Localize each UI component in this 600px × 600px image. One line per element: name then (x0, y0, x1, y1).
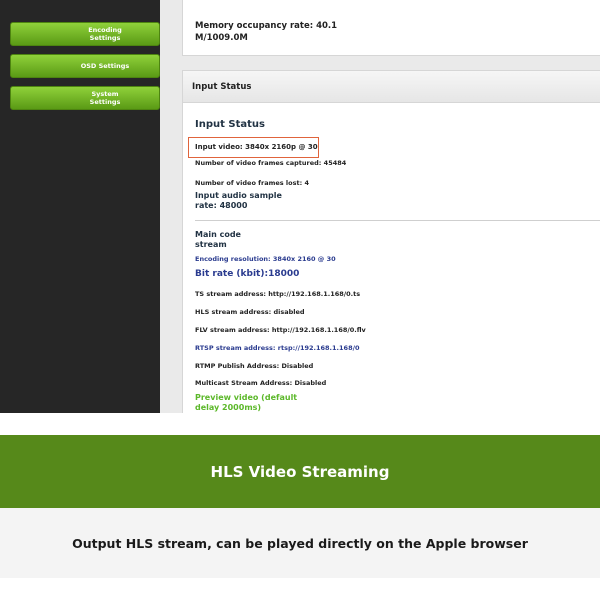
memory-panel: Memory occupancy rate: 40.1 M/1009.0M (182, 0, 600, 56)
hls-stream-address: HLS stream address: disabled (195, 308, 305, 316)
sidebar-item-encoding-settings[interactable]: Encoding Settings (10, 22, 160, 46)
memory-occupancy-text: Memory occupancy rate: 40.1 M/1009.0M (195, 21, 338, 43)
rtmp-publish-address: RTMP Publish Address: Disabled (195, 362, 314, 370)
sidebar: Encoding Settings OSD Settings System Se… (0, 0, 160, 413)
main-code-stream-label: Main code stream (195, 230, 241, 249)
device-web-ui-screenshot: Encoding Settings OSD Settings System Se… (0, 0, 600, 413)
frames-captured-text: Number of video frames captured: 45484 (195, 159, 347, 167)
bit-rate-text: Bit rate (kbit):18000 (195, 269, 300, 279)
feature-banner: HLS Video Streaming (0, 435, 600, 508)
multicast-stream-address: Multicast Stream Address: Disabled (195, 379, 327, 387)
input-status-panel: Input Status Input Status Input video: 3… (182, 70, 600, 413)
banner-subtitle: Output HLS stream, can be played directl… (72, 535, 528, 551)
sidebar-item-osd-settings[interactable]: OSD Settings (10, 54, 160, 78)
sidebar-item-label: OSD Settings (80, 62, 130, 70)
input-video-text: Input video: 3840x 2160p @ 30 (195, 143, 318, 151)
rtsp-stream-address: RTSP stream address: rtsp://192.168.1.16… (195, 344, 360, 352)
feature-description: Output HLS stream, can be played directl… (0, 508, 600, 578)
encoding-resolution-text: Encoding resolution: 3840x 2160 @ 30 (195, 255, 336, 263)
divider (195, 220, 600, 221)
sidebar-item-label: System Settings (89, 90, 121, 106)
panel-header: Input Status (183, 71, 600, 103)
section-title: Input Status (195, 119, 265, 130)
main-content: Memory occupancy rate: 40.1 M/1009.0M In… (160, 0, 600, 413)
frames-lost-text: Number of video frames lost: 4 (195, 179, 309, 187)
sidebar-item-label: Encoding Settings (88, 26, 122, 42)
flv-stream-address: FLV stream address: http://192.168.1.168… (195, 326, 366, 334)
sidebar-item-system-settings[interactable]: System Settings (10, 86, 160, 110)
banner-title: HLS Video Streaming (210, 462, 390, 481)
audio-rate-text: Input audio sample rate: 48000 (195, 191, 282, 210)
ts-stream-address: TS stream address: http://192.168.1.168/… (195, 290, 361, 298)
preview-video-link[interactable]: Preview video (default delay 2000ms) (195, 393, 305, 413)
